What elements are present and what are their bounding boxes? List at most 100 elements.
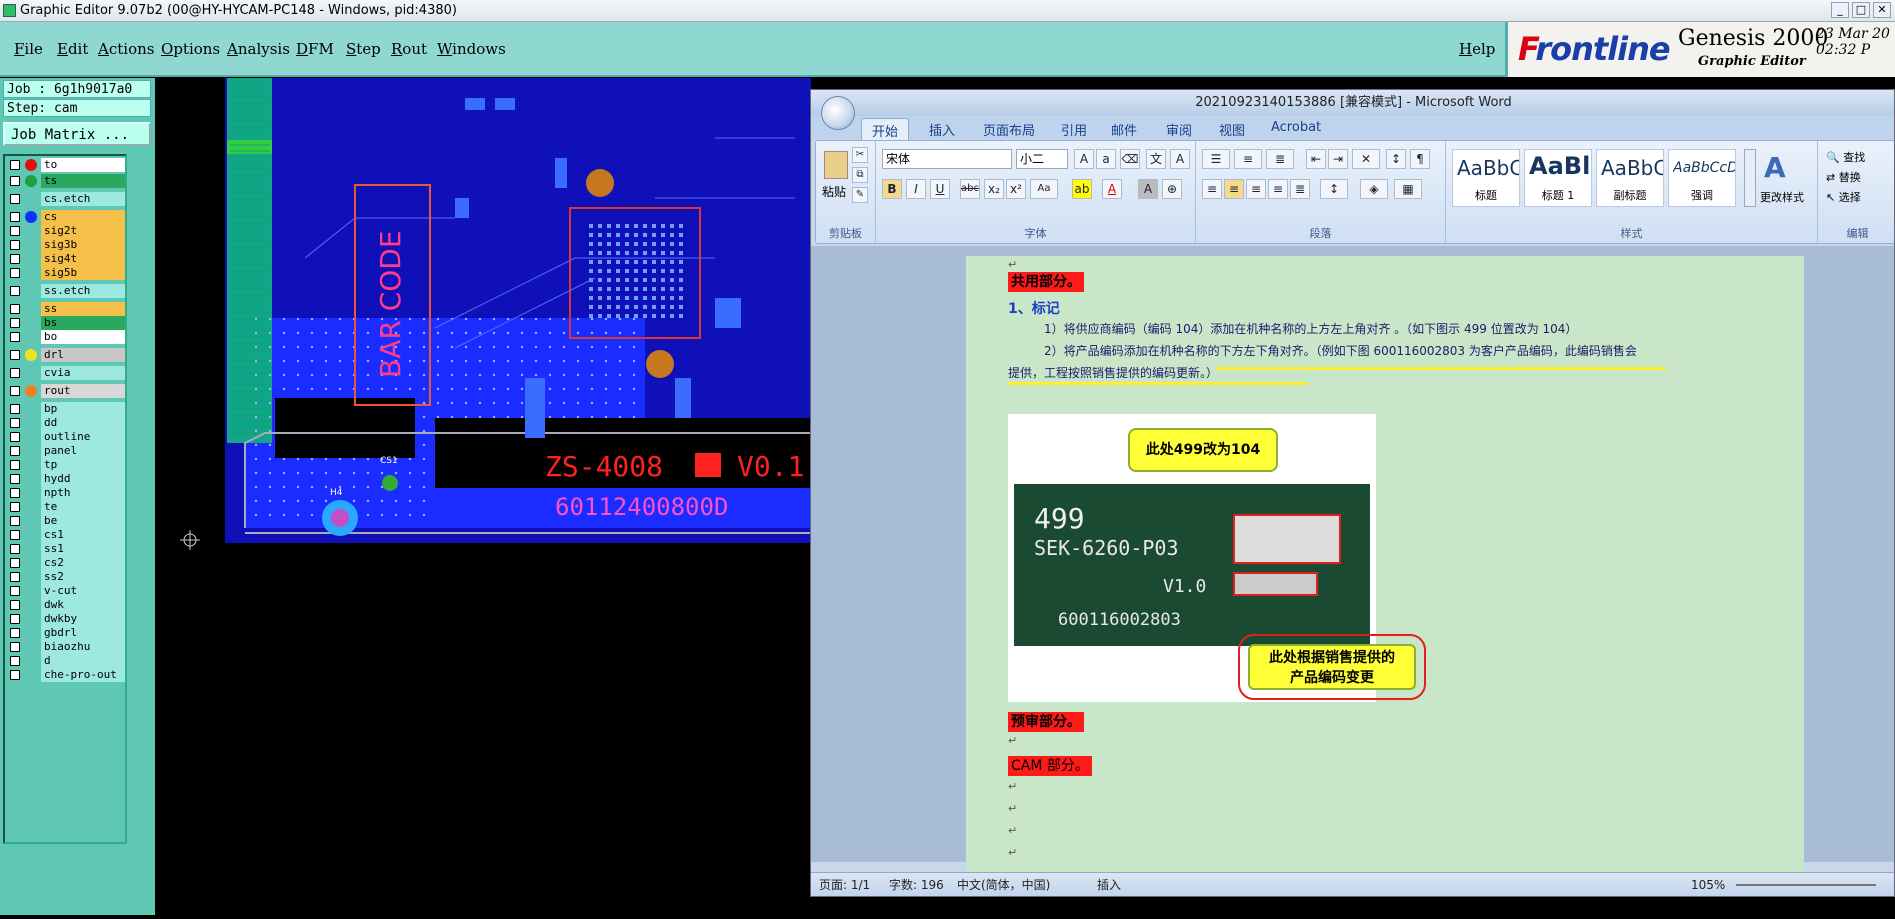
layer-name[interactable]: ss2 bbox=[41, 570, 125, 584]
layer-name[interactable]: bs bbox=[41, 316, 125, 330]
align-center-icon[interactable]: ≡ bbox=[1224, 179, 1244, 199]
border-char-icon[interactable]: A bbox=[1170, 149, 1190, 169]
layer-row-bo[interactable]: bo bbox=[7, 330, 125, 344]
style-heading-1[interactable]: AaBl 标题 1 bbox=[1524, 149, 1592, 207]
layer-color-dot[interactable] bbox=[25, 385, 37, 397]
layer-row-dd[interactable]: dd bbox=[7, 416, 125, 430]
layer-row-bs[interactable]: bs bbox=[7, 316, 125, 330]
layer-name[interactable]: sig2t bbox=[41, 224, 125, 238]
tab-acrobat[interactable]: Acrobat bbox=[1271, 120, 1321, 135]
menu-dfm[interactable]: DFM bbox=[296, 40, 334, 58]
pcb-canvas[interactable]: BAR CODE ZS-4008 V0.1 60112400800D H4 CS… bbox=[155, 78, 825, 915]
layer-row-te[interactable]: te bbox=[7, 500, 125, 514]
layer-checkbox[interactable] bbox=[10, 642, 20, 652]
layer-row-cs[interactable]: cs bbox=[7, 210, 125, 224]
office-button[interactable] bbox=[821, 96, 855, 130]
board-photo[interactable]: 499 SEK-6260-P03 V1.0 600116002803 此处499… bbox=[1008, 414, 1426, 702]
layer-name[interactable]: te bbox=[41, 500, 125, 514]
layer-checkbox[interactable] bbox=[10, 558, 20, 568]
status-page[interactable]: 页面: 1/1 bbox=[819, 873, 870, 896]
select-button[interactable]: ↖ 选择 bbox=[1826, 189, 1861, 205]
highlight-icon[interactable]: ab bbox=[1072, 179, 1092, 199]
layer-checkbox[interactable] bbox=[10, 600, 20, 610]
layer-checkbox[interactable] bbox=[10, 350, 20, 360]
layer-checkbox[interactable] bbox=[10, 160, 20, 170]
font-size-select[interactable]: 小二 bbox=[1016, 149, 1068, 169]
layer-row-sig2t[interactable]: sig2t bbox=[7, 224, 125, 238]
layer-name[interactable]: ts bbox=[41, 174, 125, 188]
layer-name[interactable]: dwkby bbox=[41, 612, 125, 626]
distributed-icon[interactable]: ≣ bbox=[1290, 179, 1310, 199]
tab-review[interactable]: 审阅 bbox=[1166, 120, 1192, 139]
minimize-button[interactable]: _ bbox=[1831, 2, 1849, 18]
font-color-icon[interactable]: A bbox=[1102, 179, 1122, 199]
layer-row-bp[interactable]: bp bbox=[7, 402, 125, 416]
layer-row-cs1[interactable]: cs1 bbox=[7, 528, 125, 542]
find-button[interactable]: 🔍 查找 bbox=[1826, 149, 1865, 165]
layer-checkbox[interactable] bbox=[10, 332, 20, 342]
change-styles-icon[interactable]: A bbox=[1764, 151, 1786, 184]
menu-file[interactable]: File bbox=[14, 40, 43, 58]
tab-insert[interactable]: 插入 bbox=[929, 120, 955, 139]
char-shading-icon[interactable]: A bbox=[1138, 179, 1158, 199]
layer-checkbox[interactable] bbox=[10, 386, 20, 396]
shading-icon[interactable]: ◈ bbox=[1360, 179, 1388, 199]
justify-icon[interactable]: ≡ bbox=[1268, 179, 1288, 199]
replace-button[interactable]: ⇄ 替换 bbox=[1826, 169, 1861, 185]
layer-row-hydd[interactable]: hydd bbox=[7, 472, 125, 486]
change-case-icon[interactable]: Aa bbox=[1030, 179, 1058, 199]
menu-analysis[interactable]: Analysis bbox=[227, 40, 290, 58]
strikethrough-icon[interactable]: abc bbox=[960, 179, 980, 199]
layer-name[interactable]: to bbox=[41, 158, 125, 172]
layer-checkbox[interactable] bbox=[10, 460, 20, 470]
layer-checkbox[interactable] bbox=[10, 418, 20, 428]
layer-checkbox[interactable] bbox=[10, 404, 20, 414]
status-zoom[interactable]: 105% bbox=[1691, 873, 1725, 896]
layer-name[interactable]: npth bbox=[41, 486, 125, 500]
format-painter-icon[interactable]: ✎ bbox=[852, 187, 868, 203]
style-emphasis[interactable]: AaBbCcDd强调 bbox=[1668, 149, 1736, 207]
layer-name[interactable]: tp bbox=[41, 458, 125, 472]
subscript-icon[interactable]: x₂ bbox=[984, 179, 1004, 199]
phonetic-icon[interactable]: 文 bbox=[1146, 149, 1166, 169]
layer-checkbox[interactable] bbox=[10, 432, 20, 442]
layer-name[interactable]: ss bbox=[41, 302, 125, 316]
layer-name[interactable]: cs bbox=[41, 210, 125, 224]
layer-color-dot[interactable] bbox=[25, 349, 37, 361]
layer-row-ss1[interactable]: ss1 bbox=[7, 542, 125, 556]
layer-row-to[interactable]: to bbox=[7, 158, 125, 172]
sort-icon[interactable]: ↕ bbox=[1386, 149, 1406, 169]
font-name-select[interactable]: 宋体 bbox=[882, 149, 1012, 169]
menu-options[interactable]: Options bbox=[161, 40, 220, 58]
layer-checkbox[interactable] bbox=[10, 176, 20, 186]
style-subtitle[interactable]: AaBbC 副标题 bbox=[1596, 149, 1664, 207]
layer-name[interactable]: rout bbox=[41, 384, 125, 398]
layer-name[interactable]: dd bbox=[41, 416, 125, 430]
shrink-font-icon[interactable]: a bbox=[1096, 149, 1116, 169]
bullets-icon[interactable]: ☰ bbox=[1202, 149, 1230, 169]
layer-name[interactable]: dwk bbox=[41, 598, 125, 612]
layer-name[interactable]: drl bbox=[41, 348, 125, 362]
layer-row-panel[interactable]: panel bbox=[7, 444, 125, 458]
numbering-icon[interactable]: ≡ bbox=[1234, 149, 1262, 169]
cut-icon[interactable]: ✂ bbox=[852, 147, 868, 163]
layer-name[interactable]: hydd bbox=[41, 472, 125, 486]
italic-icon[interactable]: I bbox=[906, 179, 926, 199]
layer-row-d[interactable]: d bbox=[7, 654, 125, 668]
layer-row-npth[interactable]: npth bbox=[7, 486, 125, 500]
layer-name[interactable]: sig4t bbox=[41, 252, 125, 266]
layer-checkbox[interactable] bbox=[10, 572, 20, 582]
layer-checkbox[interactable] bbox=[10, 226, 20, 236]
layer-name[interactable]: cs2 bbox=[41, 556, 125, 570]
style-title[interactable]: AaBbC 标题 bbox=[1452, 149, 1520, 207]
decrease-indent-icon[interactable]: ⇤ bbox=[1306, 149, 1326, 169]
layer-row-gbdrl[interactable]: gbdrl bbox=[7, 626, 125, 640]
grow-font-icon[interactable]: A bbox=[1074, 149, 1094, 169]
menu-step[interactable]: Step bbox=[346, 40, 381, 58]
increase-indent-icon[interactable]: ⇥ bbox=[1328, 149, 1348, 169]
layer-checkbox[interactable] bbox=[10, 268, 20, 278]
layer-row-ss-etch[interactable]: ss.etch bbox=[7, 284, 125, 298]
paste-button[interactable]: 粘贴 bbox=[822, 183, 846, 200]
layer-checkbox[interactable] bbox=[10, 194, 20, 204]
layer-checkbox[interactable] bbox=[10, 304, 20, 314]
